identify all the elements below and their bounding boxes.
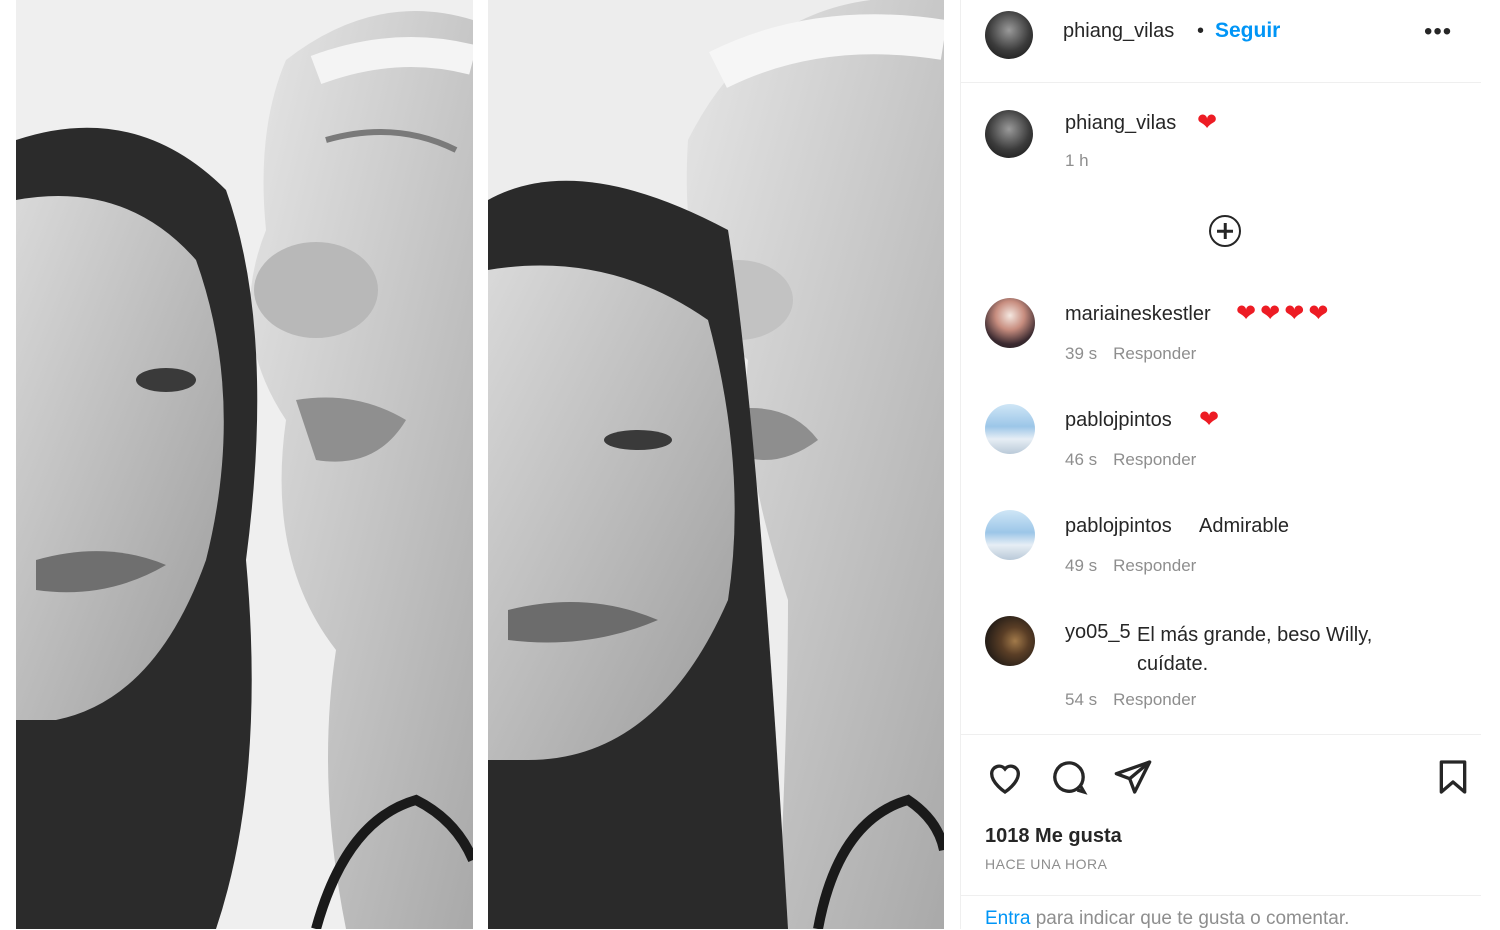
comment-username[interactable]: pablojpintos <box>1065 409 1172 432</box>
author-avatar[interactable] <box>985 11 1033 59</box>
reply-button[interactable]: Responder <box>1113 344 1196 363</box>
comment-heart: ❤ <box>1199 406 1220 433</box>
comment-meta: 39 s Responder <box>1065 344 1196 364</box>
photo-divider <box>473 0 488 929</box>
post-media <box>0 0 958 929</box>
follow-button[interactable]: Seguir <box>1215 19 1280 43</box>
caption-avatar[interactable] <box>985 110 1033 158</box>
comment-icon[interactable] <box>1049 757 1089 797</box>
post-photo-left <box>16 0 473 929</box>
more-options-icon[interactable]: ••• <box>1424 18 1452 46</box>
comment-username[interactable]: mariaineskestler <box>1065 303 1211 326</box>
comment-meta: 54 s Responder <box>1065 690 1196 710</box>
commenter-avatar[interactable] <box>985 404 1035 454</box>
commenter-avatar[interactable] <box>985 616 1035 666</box>
share-icon[interactable] <box>1113 757 1153 797</box>
caption-time: 1 h <box>1065 151 1089 170</box>
post-side-panel: phiang_vilas • Seguir ••• phiang_vilas ❤… <box>960 0 1496 929</box>
heart-outline-icon[interactable] <box>985 757 1025 797</box>
comment-text: El más grande, beso Willy, cuídate. <box>1137 624 1373 675</box>
login-prompt-text: Entra para indicar que te gusta o coment… <box>985 908 1349 930</box>
caption-username[interactable]: phiang_vilas <box>1065 112 1176 135</box>
plus-circle-icon[interactable] <box>1209 215 1241 247</box>
commenter-avatar[interactable] <box>985 298 1035 348</box>
reply-button[interactable]: Responder <box>1113 450 1196 469</box>
comment-username[interactable]: pablojpintos <box>1065 515 1172 538</box>
posted-time: HACE UNA HORA <box>985 856 1108 872</box>
commenter-avatar[interactable] <box>985 510 1035 560</box>
photo-right-drawing <box>488 0 944 929</box>
photo-left-drawing <box>16 0 473 929</box>
comment-meta: 46 s Responder <box>1065 450 1196 470</box>
reply-button[interactable]: Responder <box>1113 556 1196 575</box>
comment-time: 39 s <box>1065 344 1098 363</box>
comment-time: 46 s <box>1065 450 1098 469</box>
bookmark-icon[interactable] <box>1433 757 1473 797</box>
comment-time: 49 s <box>1065 556 1098 575</box>
caption-heart-emoji: ❤ <box>1197 109 1218 136</box>
login-prompt: Entra para indicar que te gusta o coment… <box>961 895 1481 929</box>
post-actions: 1018 Me gusta HACE UNA HORA <box>961 734 1481 872</box>
login-prompt-rest: para indicar que te gusta o comentar. <box>1030 908 1350 929</box>
separator-dot: • <box>1197 20 1205 42</box>
comment-text: Admirable <box>1199 515 1290 537</box>
post-header: phiang_vilas • Seguir ••• <box>961 0 1481 83</box>
author-username[interactable]: phiang_vilas <box>1063 20 1174 43</box>
login-link[interactable]: Entra <box>985 908 1030 929</box>
comment-username[interactable]: yo05_5 <box>1065 621 1131 644</box>
comment-time: 54 s <box>1065 690 1098 709</box>
reply-button[interactable]: Responder <box>1113 690 1196 709</box>
post-photo-right <box>488 0 944 929</box>
comment-meta: 49 s Responder <box>1065 556 1196 576</box>
comment-hearts: ❤❤❤❤ <box>1236 300 1333 327</box>
likes-count[interactable]: 1018 Me gusta <box>985 825 1122 848</box>
